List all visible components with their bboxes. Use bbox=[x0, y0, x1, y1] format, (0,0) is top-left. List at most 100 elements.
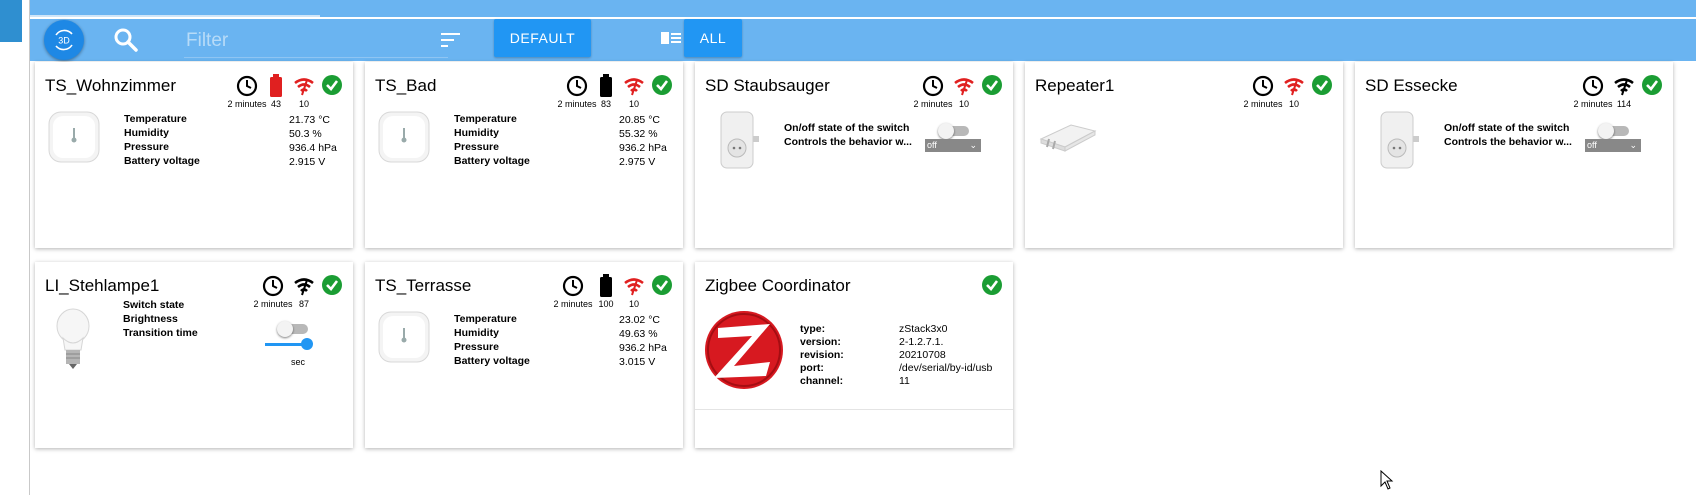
property-value: /dev/serial/by-id/usb bbox=[899, 362, 993, 374]
property-value: 20210708 bbox=[899, 349, 946, 361]
device-title[interactable]: Zigbee Coordinator bbox=[705, 276, 851, 296]
power-on-behavior-select[interactable]: off ⌄ bbox=[1585, 139, 1641, 152]
last-seen: 2 minutes bbox=[553, 299, 593, 309]
toolbar: 3D DEFAULT ALL bbox=[30, 19, 1696, 61]
device-title[interactable]: TS_Bad bbox=[375, 76, 436, 96]
property-value: 2.915 V bbox=[289, 156, 326, 168]
side-panel-edge bbox=[0, 0, 22, 42]
device-title[interactable]: TS_Wohnzimmer bbox=[45, 76, 176, 96]
device-title[interactable]: SD Staubsauger bbox=[705, 76, 830, 96]
check-icon bbox=[981, 274, 1003, 296]
battery-low-icon bbox=[270, 74, 282, 97]
property-name: port: bbox=[800, 362, 824, 374]
last-seen: 2 minutes bbox=[227, 99, 267, 109]
brightness-slider-knob[interactable] bbox=[301, 338, 313, 350]
property-list: Temperature Humidity Pressure Battery vo… bbox=[454, 312, 530, 368]
last-seen: 2 minutes bbox=[913, 99, 953, 109]
device-card[interactable]: Repeater1 2 minutes 10 bbox=[1025, 62, 1343, 248]
property-name: Pressure bbox=[454, 141, 499, 153]
battery-icon bbox=[600, 274, 612, 297]
check-icon bbox=[1641, 74, 1663, 96]
3d-view-button[interactable]: 3D bbox=[44, 20, 84, 60]
transition-unit: sec bbox=[290, 357, 306, 367]
device-card[interactable]: TS_Wohnzimmer 2 minutes 43 10 Temperatur… bbox=[35, 62, 353, 248]
all-filter-button[interactable]: ALL bbox=[684, 19, 742, 57]
check-icon bbox=[981, 74, 1003, 96]
property-name: Temperature bbox=[124, 113, 187, 125]
link-quality-icon bbox=[953, 78, 975, 97]
property-value: 49.63 % bbox=[619, 328, 658, 340]
property-name: Transition time bbox=[123, 327, 198, 339]
property-list: On/off state of the switch Controls the … bbox=[784, 121, 912, 149]
clock-icon bbox=[1582, 75, 1604, 97]
chevron-down-icon: ⌄ bbox=[1629, 140, 1637, 150]
property-name: Pressure bbox=[124, 141, 169, 153]
last-seen: 2 minutes bbox=[1243, 99, 1283, 109]
last-seen: 2 minutes bbox=[1573, 99, 1613, 109]
clock-icon bbox=[922, 75, 944, 97]
last-seen: 2 minutes bbox=[557, 99, 597, 109]
property-list: Switch state Brightness Transition time bbox=[123, 298, 198, 340]
link-quality: 114 bbox=[1616, 99, 1632, 109]
link-quality: 87 bbox=[298, 299, 310, 309]
property-name: Battery voltage bbox=[454, 155, 530, 167]
property-list: On/off state of the switch Controls the … bbox=[1444, 121, 1572, 149]
device-title[interactable]: TS_Terrasse bbox=[375, 276, 471, 296]
property-name: Controls the behavior w... bbox=[784, 136, 912, 148]
property-name: Pressure bbox=[454, 341, 499, 353]
switch-toggle[interactable] bbox=[938, 123, 969, 139]
property-value: 3.015 V bbox=[619, 356, 656, 368]
link-quality-icon bbox=[1613, 78, 1635, 97]
value-list: 20.85 °C 55.32 % 936.2 hPa 2.975 V bbox=[619, 113, 667, 169]
default-view-button[interactable]: DEFAULT bbox=[494, 19, 591, 57]
power-on-behavior-select[interactable]: off ⌄ bbox=[925, 139, 981, 152]
battery-level: 100 bbox=[598, 299, 614, 309]
property-name: Battery voltage bbox=[124, 155, 200, 167]
card-divider bbox=[695, 409, 1013, 410]
filter-input[interactable] bbox=[184, 25, 448, 58]
property-value: 23.02 °C bbox=[619, 314, 660, 326]
sort-icon[interactable] bbox=[440, 31, 462, 49]
battery-icon bbox=[600, 74, 612, 97]
zigbee-logo-image bbox=[705, 311, 783, 389]
device-card[interactable]: SD Essecke 2 minutes 114 On/off state of… bbox=[1355, 62, 1673, 248]
clock-icon bbox=[1252, 75, 1274, 97]
link-quality: 10 bbox=[628, 299, 640, 309]
property-name: Temperature bbox=[454, 113, 517, 125]
property-name: Humidity bbox=[454, 327, 499, 339]
property-value: 20.85 °C bbox=[619, 114, 660, 126]
property-name: Switch state bbox=[123, 299, 185, 311]
svg-text:3D: 3D bbox=[58, 36, 70, 46]
repeater-image bbox=[1039, 124, 1097, 152]
property-name: revision: bbox=[800, 349, 844, 361]
check-icon bbox=[651, 74, 673, 96]
view-list-icon bbox=[660, 32, 681, 44]
link-quality: 10 bbox=[958, 99, 970, 109]
link-quality-icon bbox=[293, 78, 315, 97]
check-icon bbox=[1311, 74, 1333, 96]
switch-toggle[interactable] bbox=[277, 321, 308, 337]
device-title[interactable]: Repeater1 bbox=[1035, 76, 1114, 96]
device-card[interactable]: TS_Terrasse 2 minutes 100 10 Temperature… bbox=[365, 262, 683, 448]
property-name: type: bbox=[800, 323, 826, 335]
link-quality: 10 bbox=[1288, 99, 1300, 109]
side-divider bbox=[29, 0, 30, 495]
toggle-knob bbox=[938, 123, 954, 139]
device-card[interactable]: Zigbee Coordinator type: version: revisi… bbox=[695, 262, 1013, 448]
property-name: channel: bbox=[800, 375, 844, 387]
property-value: zStack3x0 bbox=[899, 323, 948, 335]
device-title[interactable]: SD Essecke bbox=[1365, 76, 1458, 96]
device-title[interactable]: LI_Stehlampe1 bbox=[45, 276, 159, 296]
device-card[interactable]: TS_Bad 2 minutes 83 10 Temperature Humid… bbox=[365, 62, 683, 248]
device-card[interactable]: SD Staubsauger 2 minutes 10 On/off state… bbox=[695, 62, 1013, 248]
device-card[interactable]: LI_Stehlampe1 2 minutes 87 Switch state … bbox=[35, 262, 353, 448]
property-name: Humidity bbox=[124, 127, 169, 139]
property-name: Brightness bbox=[123, 313, 178, 325]
link-quality-icon bbox=[1283, 78, 1305, 97]
switch-toggle[interactable] bbox=[1598, 123, 1629, 139]
property-list: Temperature Humidity Pressure Battery vo… bbox=[454, 112, 530, 168]
rotate-3d-icon: 3D bbox=[55, 29, 73, 51]
search-icon[interactable] bbox=[113, 27, 139, 53]
toggle-knob bbox=[277, 321, 293, 337]
tab-underline bbox=[30, 15, 320, 17]
